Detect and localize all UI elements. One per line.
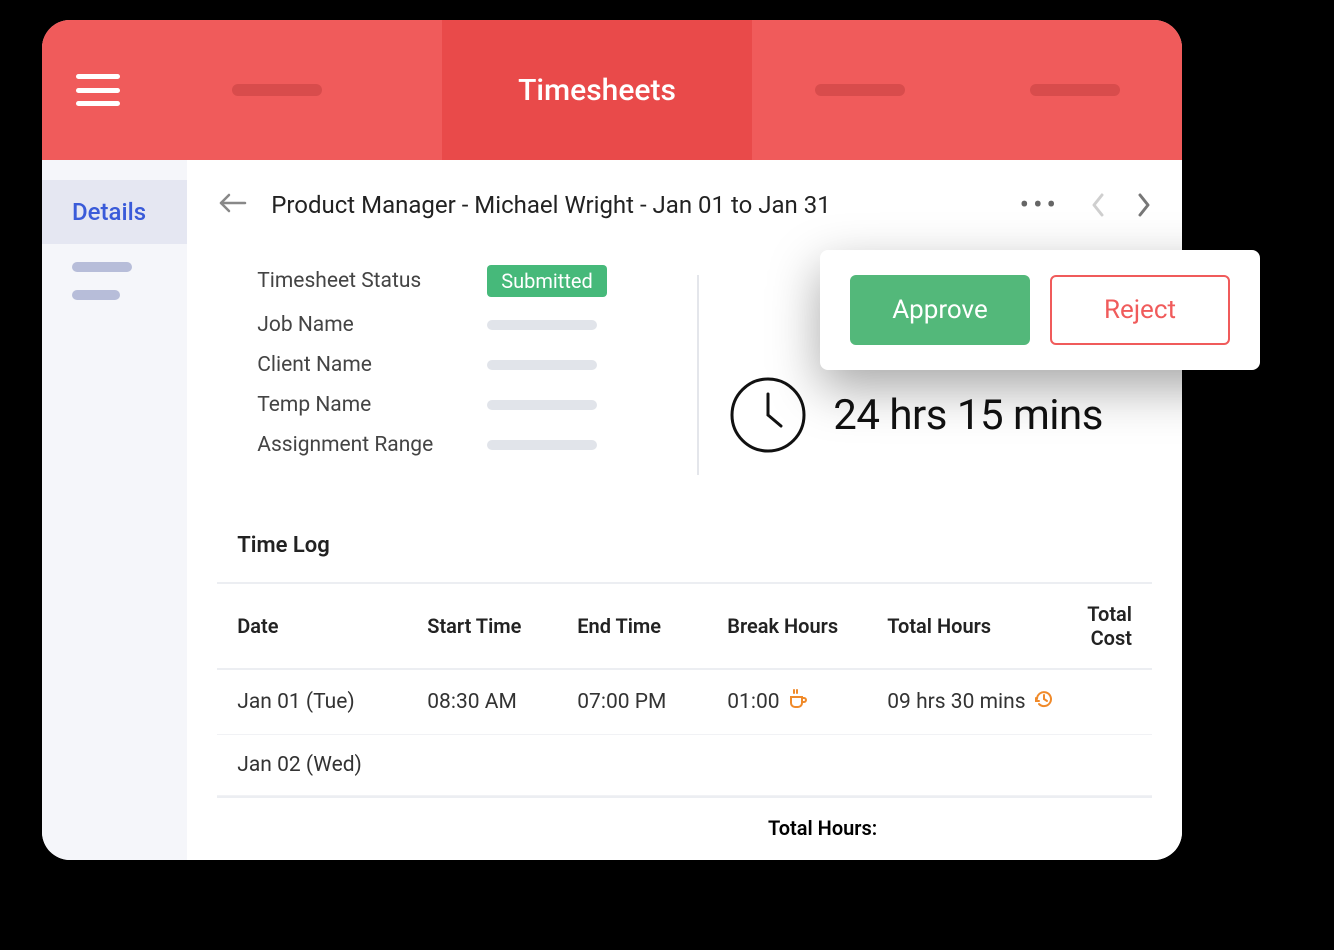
header-title: Timesheets <box>518 73 676 108</box>
approve-button[interactable]: Approve <box>850 275 1030 345</box>
title-row: Product Manager - Michael Wright - Jan 0… <box>217 188 1152 247</box>
coffee-cup-icon <box>788 688 808 716</box>
label-range: Assignment Range <box>257 433 487 457</box>
sidebar-item-label: Details <box>72 198 146 226</box>
value-placeholder <box>487 400 597 410</box>
header-tab-right-group <box>752 20 1182 160</box>
info-left: Timesheet Status Submitted Job Name Clie… <box>257 265 697 485</box>
col-date: Date <box>237 614 427 638</box>
footer-total-label: Total Hours: <box>727 816 887 840</box>
vertical-divider <box>697 275 699 475</box>
value-placeholder <box>487 440 597 450</box>
tab-placeholder <box>232 84 322 96</box>
reject-button[interactable]: Reject <box>1050 275 1230 345</box>
top-header: Timesheets <box>42 20 1182 160</box>
col-start: Start Time <box>427 614 577 638</box>
clock-icon <box>729 376 807 454</box>
approval-popover: Approve Reject <box>820 250 1260 370</box>
header-tab-left[interactable] <box>42 20 442 160</box>
prev-icon[interactable] <box>1090 192 1106 218</box>
total-time-value: 24 hrs 15 mins <box>833 391 1103 440</box>
value-placeholder <box>487 360 597 370</box>
cell-break: 01:00 <box>727 688 887 716</box>
next-icon[interactable] <box>1136 192 1152 218</box>
label-status: Timesheet Status <box>257 269 487 293</box>
label-temp: Temp Name <box>257 393 487 417</box>
back-arrow-icon[interactable] <box>217 191 247 219</box>
table-header: Date Start Time End Time Break Hours Tot… <box>217 582 1152 670</box>
cell-date: Jan 01 (Tue) <box>237 690 427 714</box>
status-badge: Submitted <box>487 265 607 297</box>
sidebar-item-placeholder[interactable] <box>72 290 120 300</box>
tab-placeholder[interactable] <box>1030 84 1120 96</box>
table-row[interactable]: Jan 01 (Tue) 08:30 AM 07:00 PM 01:00 09 … <box>217 670 1152 735</box>
col-total: Total Hours <box>887 614 1087 638</box>
title-actions: ••• <box>1020 188 1152 221</box>
sidebar-item-placeholder[interactable] <box>72 262 132 272</box>
table-row[interactable]: Jan 02 (Wed) <box>217 735 1152 796</box>
more-icon[interactable]: ••• <box>1020 188 1060 221</box>
sidebar-item-details[interactable]: Details <box>42 180 187 244</box>
header-tab-timesheets[interactable]: Timesheets <box>442 20 752 160</box>
value-placeholder <box>487 320 597 330</box>
sidebar: Details <box>42 160 187 860</box>
page-title: Product Manager - Michael Wright - Jan 0… <box>271 191 830 219</box>
menu-icon[interactable] <box>76 74 120 106</box>
history-icon <box>1034 689 1054 715</box>
col-end: End Time <box>577 614 727 638</box>
label-client: Client Name <box>257 353 487 377</box>
timelog-table: Date Start Time End Time Break Hours Tot… <box>217 582 1152 858</box>
table-footer: Total Hours: <box>217 796 1152 858</box>
section-title-timelog: Time Log <box>217 515 1152 582</box>
label-job: Job Name <box>257 313 487 337</box>
cell-date: Jan 02 (Wed) <box>237 753 427 777</box>
col-break: Break Hours <box>727 614 887 638</box>
app-window: Timesheets Details Product Manager - Mic… <box>42 20 1182 860</box>
col-cost: Total Cost <box>1087 602 1132 650</box>
cell-total: 09 hrs 30 mins <box>887 689 1087 715</box>
cell-end: 07:00 PM <box>577 690 727 714</box>
cell-start: 08:30 AM <box>427 690 577 714</box>
tab-placeholder[interactable] <box>815 84 905 96</box>
